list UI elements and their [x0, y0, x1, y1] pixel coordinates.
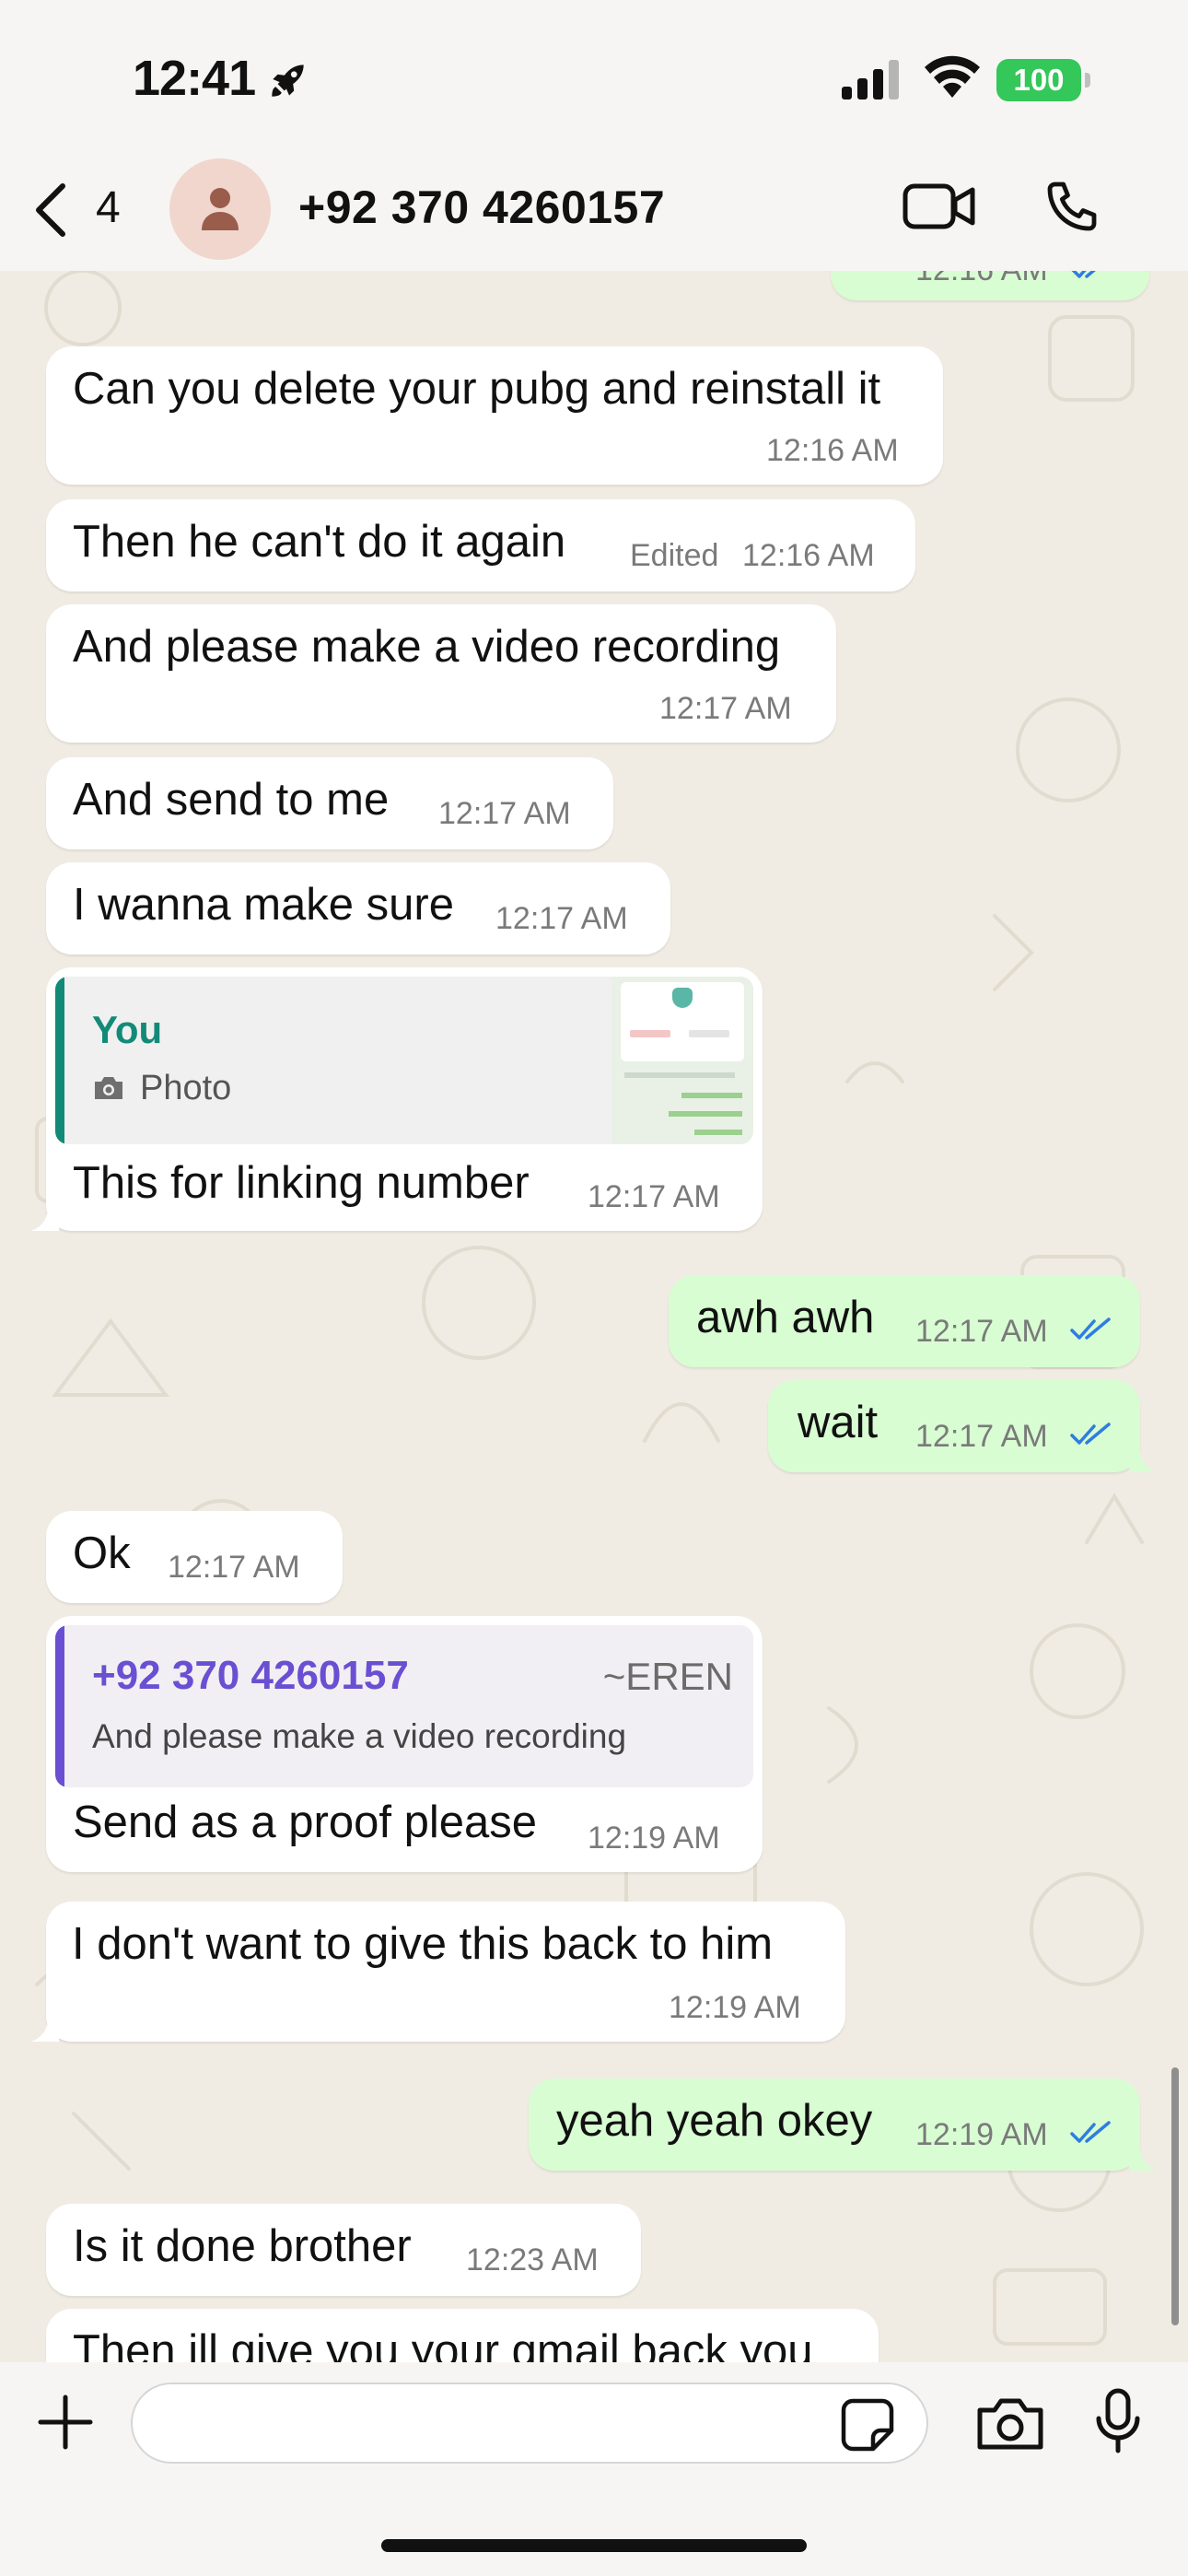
battery-nub — [1085, 73, 1090, 88]
chat-area[interactable]: 12:16 AM Can you delete your pubg and re… — [0, 271, 1188, 2362]
message-time: 12:23 AM — [466, 2242, 599, 2277]
message-bubble-outgoing[interactable]: yeah yeah okey 12:19 AM — [529, 2078, 1140, 2171]
wifi-icon — [925, 55, 980, 98]
avatar[interactable] — [169, 158, 271, 260]
message-bubble-outgoing[interactable]: 12:16 AM — [831, 271, 1149, 300]
thumbnail-line — [694, 1130, 742, 1135]
thumbnail-line — [624, 1072, 735, 1078]
bubble-tail — [31, 1203, 59, 1231]
camera-icon[interactable] — [976, 2394, 1044, 2453]
message-bubble-incoming[interactable]: And please make a video recording 12:17 … — [46, 604, 836, 743]
battery-indicator: 100 — [996, 59, 1081, 101]
message-text: yeah yeah okey — [556, 2096, 873, 2146]
message-time: 12:19 AM — [588, 1821, 720, 1856]
message-bubble-incoming[interactable]: And send to me 12:17 AM — [46, 757, 613, 849]
read-receipt-icon — [1070, 2121, 1111, 2143]
message-text: This for linking number — [73, 1158, 530, 1208]
quote-bar — [55, 977, 64, 1144]
message-time: 12:16 AM — [742, 538, 875, 573]
bubble-tail — [31, 2014, 59, 2042]
message-time: 12:19 AM — [669, 1990, 801, 2025]
read-receipt-icon — [1071, 271, 1096, 278]
message-text: Then he can't do it again — [73, 517, 566, 567]
camera-icon — [95, 1077, 122, 1099]
photo-thumbnail[interactable] — [611, 977, 753, 1144]
quote-text: And please make a video recording — [92, 1717, 627, 1755]
message-time: 12:17 AM — [915, 1419, 1048, 1454]
message-bubble-outgoing[interactable]: wait 12:17 AM — [768, 1380, 1140, 1472]
message-bubble-incoming[interactable]: Is it done brother 12:23 AM — [46, 2204, 641, 2296]
message-text: Ok — [73, 1528, 131, 1578]
message-bubble-incoming[interactable]: I wanna make sure 12:17 AM — [46, 862, 670, 954]
message-text: Is it done brother — [73, 2221, 412, 2271]
cellular-signal-icon — [842, 60, 899, 100]
read-receipt-icon — [1070, 1423, 1111, 1445]
message-text: awh awh — [696, 1293, 875, 1342]
message-bubble-incoming[interactable]: Then ill give you your gmail back you — [46, 2309, 879, 2362]
message-time: 12:17 AM — [659, 691, 792, 726]
quote-author: You — [92, 1008, 163, 1051]
reply-quote[interactable]: You Photo — [55, 977, 753, 1144]
reply-quote[interactable]: +92 370 4260157 ~EREN And please make a … — [55, 1625, 753, 1787]
thumbnail-line — [669, 1111, 742, 1117]
quote-text: Photo — [140, 1069, 232, 1107]
message-input[interactable] — [131, 2383, 928, 2464]
message-time: 12:17 AM — [915, 1314, 1048, 1349]
message-bubble-incoming[interactable]: +92 370 4260157 ~EREN And please make a … — [46, 1616, 763, 1872]
message-text: Can you delete your pubg and reinstall i… — [73, 364, 881, 414]
phone-call-icon[interactable] — [1042, 177, 1101, 236]
message-bubble-outgoing[interactable]: awh awh 12:17 AM — [669, 1275, 1140, 1367]
back-chevron-icon[interactable] — [31, 181, 72, 240]
message-bubble-incoming[interactable]: Can you delete your pubg and reinstall i… — [46, 346, 943, 485]
thumbnail-shield — [672, 988, 693, 1008]
unread-count[interactable]: 4 — [96, 182, 121, 233]
message-bubble-incoming[interactable]: I don't want to give this back to him 12… — [46, 1902, 845, 2042]
message-time: 12:16 AM — [915, 271, 1048, 288]
status-time: 12:41 — [133, 51, 256, 106]
message-time: 12:17 AM — [588, 1179, 720, 1214]
quote-author: +92 370 4260157 — [92, 1653, 409, 1698]
message-text: Then ill give you your gmail back you — [73, 2326, 813, 2362]
message-text: Send as a proof please — [73, 1797, 537, 1847]
sticker-icon[interactable] — [840, 2397, 895, 2453]
scrollbar[interactable] — [1171, 2067, 1179, 2325]
thumbnail-line — [689, 1030, 729, 1037]
bubble-tail — [1129, 1445, 1157, 1472]
quote-alias: ~EREN — [602, 1655, 733, 1698]
contact-name[interactable]: +92 370 4260157 — [298, 181, 665, 234]
message-time: 12:17 AM — [495, 901, 628, 936]
message-text: wait — [798, 1398, 879, 1447]
edited-label: Edited — [630, 538, 719, 573]
person-icon — [202, 188, 239, 230]
plus-icon[interactable] — [37, 2394, 94, 2451]
message-text: I wanna make sure — [73, 880, 454, 930]
home-indicator[interactable] — [381, 2539, 807, 2552]
quote-bar — [55, 1625, 64, 1787]
message-bubble-incoming[interactable]: Ok 12:17 AM — [46, 1511, 343, 1603]
message-time: 12:19 AM — [915, 2117, 1048, 2152]
rocket-icon — [272, 64, 304, 97]
message-bubble-incoming[interactable]: You Photo This for linking number 12:17 … — [46, 967, 763, 1231]
read-receipt-icon — [1070, 1317, 1111, 1340]
thumbnail-line — [681, 1093, 742, 1098]
message-text: And please make a video recording — [73, 622, 781, 672]
message-text: And send to me — [73, 775, 390, 825]
message-time: 12:17 AM — [438, 796, 571, 831]
thumbnail-line — [630, 1030, 670, 1037]
message-time: 12:16 AM — [766, 433, 899, 468]
message-text: I don't want to give this back to him — [72, 1919, 774, 1969]
message-bubble-incoming[interactable]: Then he can't do it again Edited 12:16 A… — [46, 499, 915, 591]
video-call-icon[interactable] — [903, 181, 976, 232]
message-time: 12:17 AM — [168, 1550, 300, 1585]
bubble-tail — [1129, 2143, 1157, 2171]
microphone-icon[interactable] — [1094, 2388, 1142, 2454]
